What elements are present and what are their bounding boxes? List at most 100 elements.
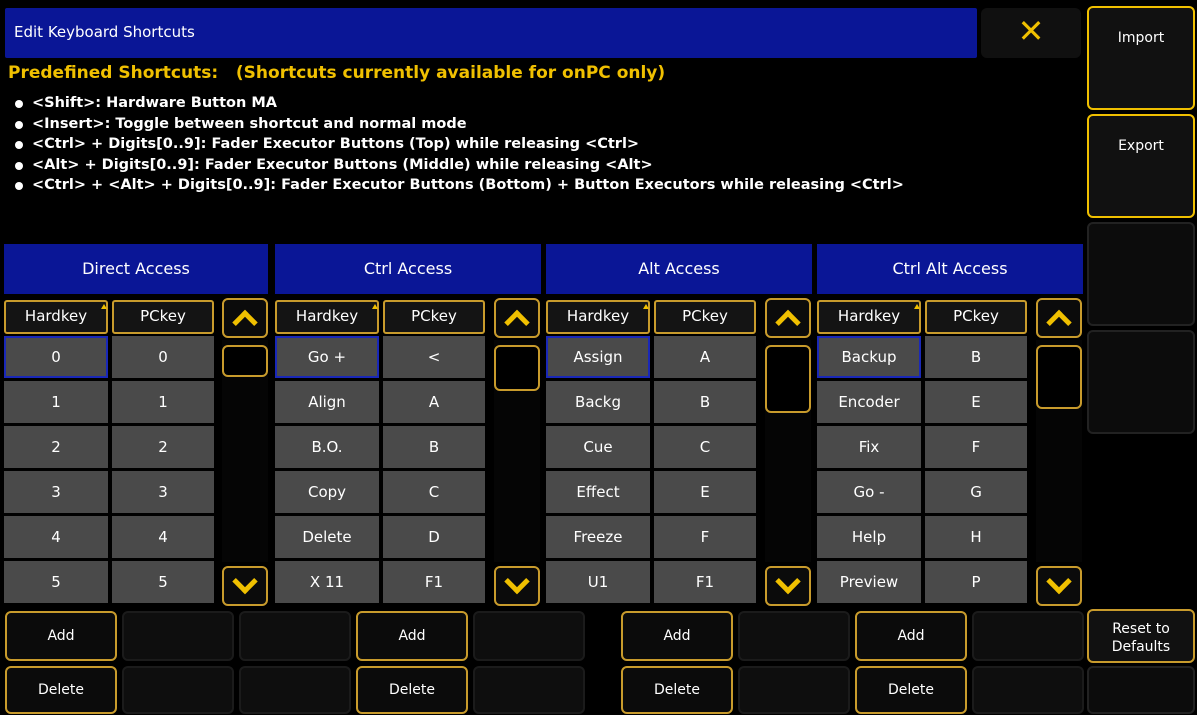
table-cell-hardkey[interactable]: U1: [546, 561, 650, 603]
add-direct-button[interactable]: Add: [5, 611, 117, 661]
table-cell-pckey[interactable]: D: [383, 516, 485, 558]
table-cell-pckey[interactable]: A: [654, 336, 756, 378]
table-cell-pckey[interactable]: 0: [112, 336, 214, 378]
export-button[interactable]: Export: [1087, 114, 1195, 218]
pckey-column-header[interactable]: PCkey: [383, 300, 485, 334]
table-cell-pckey[interactable]: F: [654, 516, 756, 558]
add-label: Add: [897, 628, 925, 644]
scroll-down-button[interactable]: [494, 566, 540, 606]
hardkey-header-label: Hardkey: [566, 307, 630, 325]
add-ctrl-button[interactable]: Add: [356, 611, 468, 661]
table-cell-pckey[interactable]: B: [654, 381, 756, 423]
scrollbar-thumb[interactable]: [494, 345, 540, 391]
table-cell-pckey[interactable]: P: [925, 561, 1027, 603]
table-cell-hardkey[interactable]: 5: [4, 561, 108, 603]
add-alt-button[interactable]: Add: [621, 611, 733, 661]
table-cell-pckey[interactable]: F1: [383, 561, 485, 603]
table-cell-hardkey[interactable]: 2: [4, 426, 108, 468]
table-cell-pckey[interactable]: 2: [112, 426, 214, 468]
pckey-column-header[interactable]: PCkey: [112, 300, 214, 334]
table-cell-pckey[interactable]: E: [654, 471, 756, 513]
table-cell-hardkey[interactable]: Fix: [817, 426, 921, 468]
scroll-down-button[interactable]: [765, 566, 811, 606]
table-cell-hardkey[interactable]: B.O.: [275, 426, 379, 468]
table-cell-hardkey[interactable]: Backg: [546, 381, 650, 423]
table-cell-hardkey[interactable]: Freeze: [546, 516, 650, 558]
table-cell-hardkey[interactable]: Copy: [275, 471, 379, 513]
table-cell-pckey[interactable]: 4: [112, 516, 214, 558]
pckey-column-header[interactable]: PCkey: [925, 300, 1027, 334]
table-cell-pckey[interactable]: 5: [112, 561, 214, 603]
import-button[interactable]: Import: [1087, 6, 1195, 110]
table-cell-hardkey[interactable]: X 11: [275, 561, 379, 603]
table-cell-hardkey[interactable]: Preview: [817, 561, 921, 603]
table-cell-hardkey[interactable]: Go -: [817, 471, 921, 513]
delete-direct-button[interactable]: Delete: [5, 666, 117, 714]
predefined-shortcuts-panel: Predefined Shortcuts: (Shortcuts current…: [6, 60, 1084, 228]
table-cell-hardkey[interactable]: 1: [4, 381, 108, 423]
scrollbar-thumb[interactable]: [1036, 345, 1082, 409]
delete-ctrl-button[interactable]: Delete: [356, 666, 468, 714]
table-cell-hardkey[interactable]: 3: [4, 471, 108, 513]
table-cell-hardkey[interactable]: 0: [4, 336, 108, 378]
table-cell-pckey[interactable]: B: [925, 336, 1027, 378]
empty-side-button-3: [1087, 666, 1195, 714]
table-cell-pckey[interactable]: A: [383, 381, 485, 423]
hardkey-column-header[interactable]: Hardkey: [275, 300, 379, 334]
predefined-shortcuts-heading: Predefined Shortcuts: (Shortcuts current…: [8, 63, 666, 83]
section-ctrl-access: Ctrl Access: [275, 244, 541, 294]
sort-arrow-icon: [372, 304, 378, 309]
empty-button: [122, 611, 234, 661]
close-button[interactable]: ✕: [981, 8, 1081, 58]
empty-side-button-2: [1087, 330, 1195, 434]
delete-ctrl-alt-button[interactable]: Delete: [855, 666, 967, 714]
empty-side-button-1: [1087, 222, 1195, 326]
table-cell-pckey[interactable]: F1: [654, 561, 756, 603]
table-cell-pckey[interactable]: B: [383, 426, 485, 468]
table-cell-hardkey[interactable]: Assign: [546, 336, 650, 378]
table-cell-pckey[interactable]: C: [383, 471, 485, 513]
empty-button: [122, 666, 234, 714]
empty-button: [473, 666, 585, 714]
section-ctrl-alt-access: Ctrl Alt Access: [817, 244, 1083, 294]
table-cell-pckey[interactable]: H: [925, 516, 1027, 558]
table-cell-hardkey[interactable]: Cue: [546, 426, 650, 468]
hardkey-column-header[interactable]: Hardkey: [817, 300, 921, 334]
delete-label: Delete: [654, 682, 700, 698]
add-ctrl-alt-button[interactable]: Add: [855, 611, 967, 661]
chevron-down-icon: [232, 568, 258, 595]
table-cell-hardkey[interactable]: Delete: [275, 516, 379, 558]
table-cell-hardkey[interactable]: Encoder: [817, 381, 921, 423]
table-cell-hardkey[interactable]: Align: [275, 381, 379, 423]
table-cell-pckey[interactable]: C: [654, 426, 756, 468]
table-cell-hardkey[interactable]: Effect: [546, 471, 650, 513]
table-cell-hardkey[interactable]: Go +: [275, 336, 379, 378]
table-cell-pckey[interactable]: 1: [112, 381, 214, 423]
hardkey-column-header[interactable]: Hardkey: [4, 300, 108, 334]
table-cell-hardkey[interactable]: Backup: [817, 336, 921, 378]
scroll-down-button[interactable]: [1036, 566, 1082, 606]
delete-label: Delete: [888, 682, 934, 698]
reset-defaults-button[interactable]: Reset to Defaults: [1087, 609, 1195, 663]
table-cell-hardkey[interactable]: 4: [4, 516, 108, 558]
window-title: Edit Keyboard Shortcuts: [14, 23, 195, 41]
empty-button: [738, 611, 850, 661]
table-cell-hardkey[interactable]: Help: [817, 516, 921, 558]
table-cell-pckey[interactable]: F: [925, 426, 1027, 468]
scroll-down-button[interactable]: [222, 566, 268, 606]
scrollbar-thumb[interactable]: [222, 345, 268, 377]
pckey-column-header[interactable]: PCkey: [654, 300, 756, 334]
scroll-up-button[interactable]: [494, 298, 540, 338]
delete-alt-button[interactable]: Delete: [621, 666, 733, 714]
scrollbar-thumb[interactable]: [765, 345, 811, 413]
hardkey-column-header[interactable]: Hardkey: [546, 300, 650, 334]
table-cell-pckey[interactable]: G: [925, 471, 1027, 513]
scroll-up-button[interactable]: [765, 298, 811, 338]
scroll-up-button[interactable]: [222, 298, 268, 338]
table-cell-pckey[interactable]: 3: [112, 471, 214, 513]
scroll-up-button[interactable]: [1036, 298, 1082, 338]
table-cell-pckey[interactable]: E: [925, 381, 1027, 423]
chevron-down-icon: [504, 568, 530, 595]
table-cell-pckey[interactable]: <: [383, 336, 485, 378]
chevron-up-icon: [504, 309, 530, 336]
